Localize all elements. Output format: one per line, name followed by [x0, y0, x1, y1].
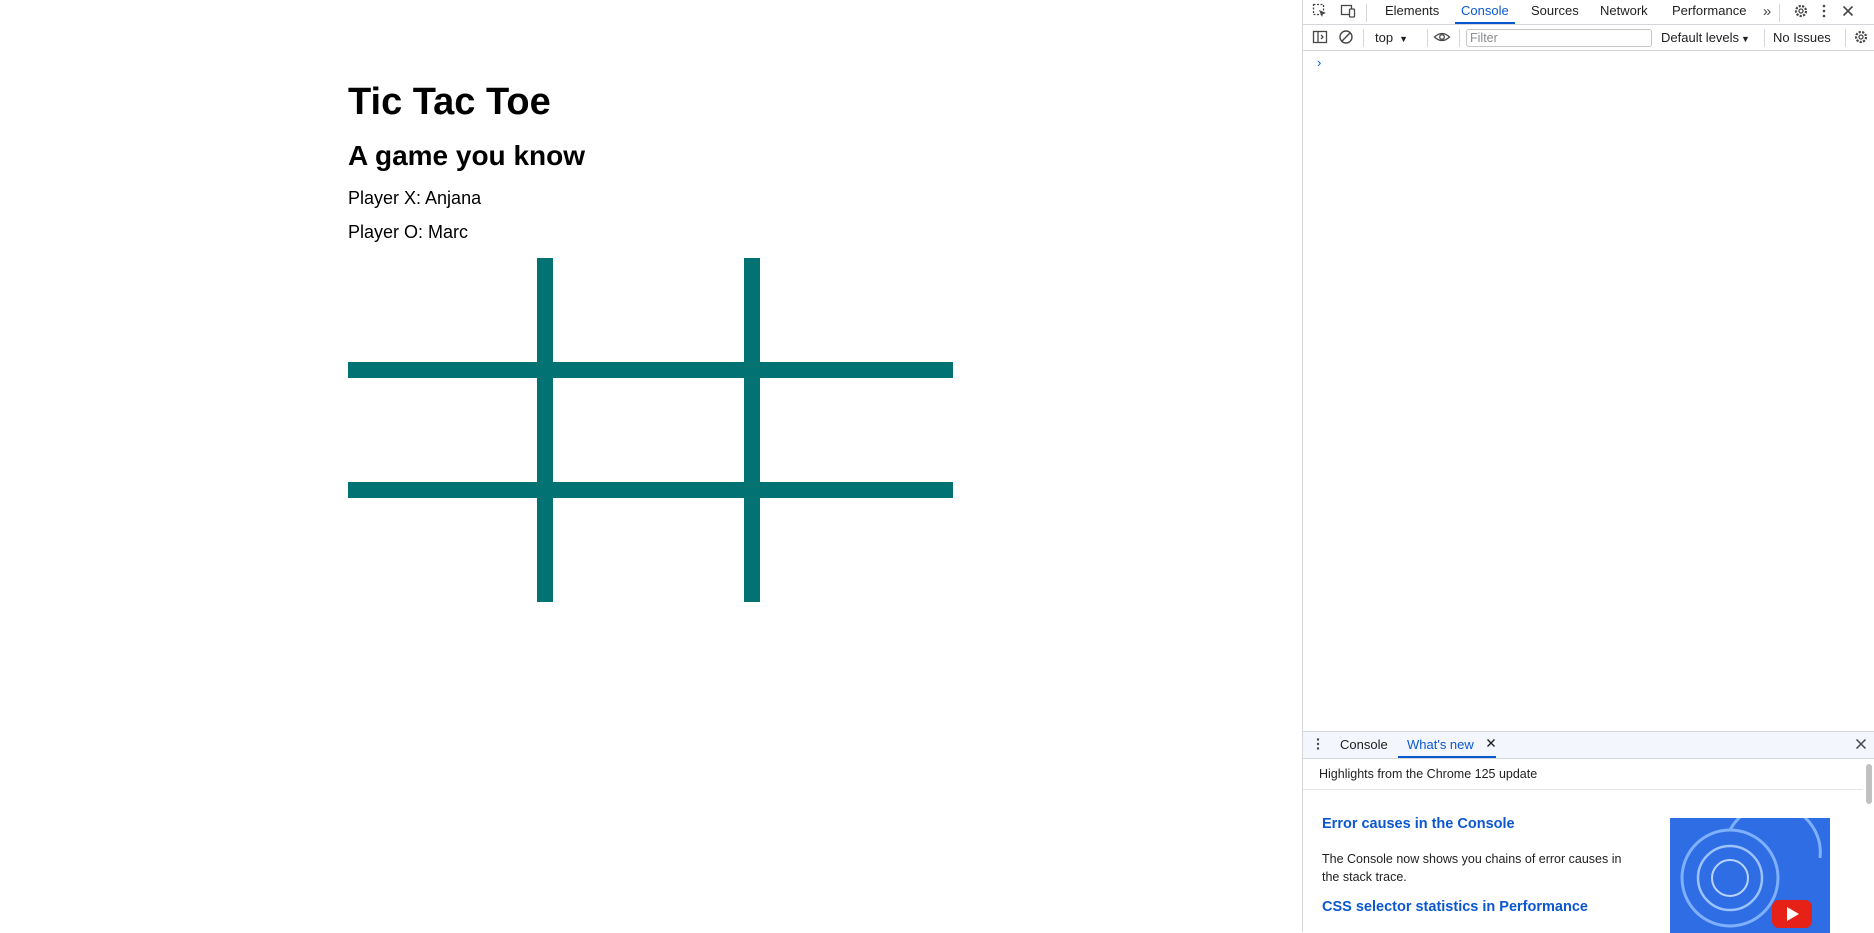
drawer-menu-icon[interactable] — [1309, 736, 1327, 754]
board-line-horizontal — [348, 362, 953, 378]
board-cell[interactable] — [553, 258, 744, 362]
divider — [1303, 789, 1863, 790]
tab-network[interactable]: Network — [1600, 0, 1648, 24]
devtools-panel: Elements Console Sources Network Perform… — [1302, 0, 1874, 933]
close-tab-icon[interactable] — [1482, 736, 1500, 754]
console-output[interactable]: › — [1303, 51, 1874, 731]
kebab-menu-icon[interactable] — [1815, 3, 1833, 21]
chevron-down-icon: ▼ — [1741, 34, 1750, 44]
console-settings-gear-icon[interactable] — [1852, 29, 1870, 47]
page-subtitle: A game you know — [348, 140, 586, 171]
whats-new-item-title[interactable]: Error causes in the Console — [1322, 816, 1515, 832]
player-o-label: Player O: Marc — [348, 222, 469, 242]
board-cell[interactable] — [348, 378, 537, 482]
game-board — [348, 258, 953, 602]
log-levels-dropdown[interactable]: Default levels ▼ — [1661, 30, 1750, 45]
drawer-tabbar: Console What's new — [1303, 732, 1874, 759]
toolbar-divider — [1363, 29, 1364, 47]
video-thumbnail[interactable] — [1670, 818, 1830, 933]
toolbar-divider — [1427, 29, 1428, 47]
player-x-label: Player X: Anjana — [348, 188, 482, 208]
drawer-tab-whats-new[interactable]: What's new — [1398, 732, 1496, 758]
tab-sources[interactable]: Sources — [1531, 0, 1579, 24]
console-toolbar: top▼ Default levels▼ No Issues — [1303, 25, 1874, 51]
board-cell[interactable] — [553, 378, 744, 482]
toolbar-divider — [1459, 29, 1460, 47]
gear-icon[interactable] — [1792, 3, 1810, 21]
devtools-drawer: Console What's new Highlights from the C… — [1303, 731, 1874, 933]
whats-new-item-title[interactable]: CSS selector statistics in Performance — [1322, 899, 1588, 915]
board-cell[interactable] — [553, 498, 744, 602]
toolbar-divider — [1779, 4, 1780, 22]
drawer-scrollbar[interactable] — [1865, 760, 1873, 932]
close-icon[interactable] — [1839, 3, 1857, 21]
toolbar-divider — [1845, 29, 1846, 47]
filter-input[interactable] — [1466, 29, 1652, 47]
board-cell[interactable] — [760, 378, 953, 482]
scrollbar-thumb[interactable] — [1866, 764, 1872, 804]
whats-new-item-description: The Console now shows you chains of erro… — [1322, 852, 1622, 884]
close-drawer-icon[interactable] — [1852, 736, 1870, 754]
chevron-down-icon: ▼ — [1399, 34, 1408, 44]
page-title: Tic Tac Toe — [348, 81, 551, 123]
tab-console[interactable]: Console — [1455, 0, 1515, 24]
console-prompt-icon: › — [1317, 55, 1322, 70]
devtools-tabbar: Elements Console Sources Network Perform… — [1303, 0, 1874, 25]
board-line-horizontal — [348, 482, 953, 498]
board-line-vertical — [744, 258, 760, 602]
board-cell[interactable] — [760, 498, 953, 602]
inspect-element-icon[interactable] — [1311, 3, 1329, 21]
toolbar-divider — [1366, 4, 1367, 22]
device-toolbar-icon[interactable] — [1339, 3, 1357, 21]
drawer-tab-console[interactable]: Console — [1340, 732, 1388, 758]
live-expression-eye-icon[interactable] — [1433, 29, 1451, 47]
board-line-vertical — [537, 258, 553, 602]
clear-console-icon[interactable] — [1337, 29, 1355, 47]
whats-new-highlights: Highlights from the Chrome 125 update — [1319, 767, 1538, 781]
page-viewport: Tic Tac Toe A game you know Player X: An… — [0, 0, 1302, 932]
context-select-value: top — [1375, 30, 1394, 45]
tab-elements[interactable]: Elements — [1385, 0, 1439, 24]
board-cell[interactable] — [760, 258, 953, 362]
context-select[interactable]: top ▼ — [1375, 30, 1408, 45]
board-cell[interactable] — [348, 498, 537, 602]
toolbar-divider — [1764, 29, 1765, 47]
board-cell[interactable] — [348, 258, 537, 362]
more-tabs-icon[interactable]: » — [1758, 3, 1776, 21]
log-levels-value: Default levels — [1661, 30, 1740, 45]
issues-button[interactable]: No Issues — [1773, 30, 1831, 45]
sidebar-toggle-icon[interactable] — [1311, 29, 1329, 47]
tab-performance[interactable]: Performance — [1672, 0, 1746, 24]
